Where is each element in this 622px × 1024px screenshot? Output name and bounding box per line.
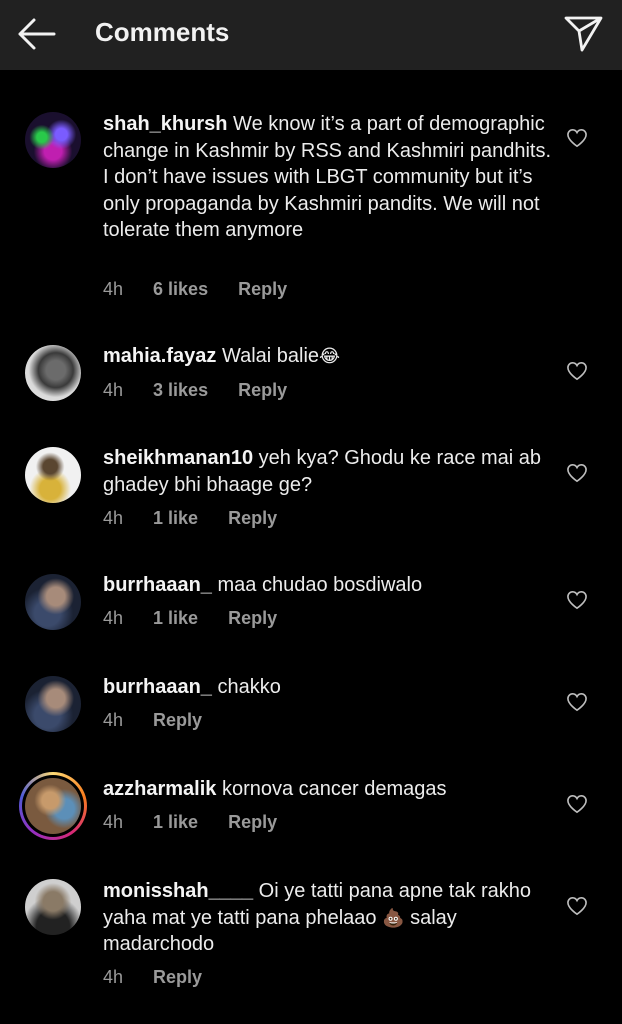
comment-time: 4h <box>103 508 124 528</box>
likes-count[interactable]: 1 like <box>153 508 198 529</box>
avatar[interactable] <box>25 676 81 732</box>
poop-emoji-icon: 💩 <box>382 907 405 928</box>
comment-time: 4h <box>103 380 124 400</box>
likes-count[interactable]: 1 like <box>153 608 198 629</box>
comment-text: sheikhmanan10 yeh kya? Ghodu ke race mai… <box>103 445 553 498</box>
reply-button[interactable]: Reply <box>153 710 202 731</box>
avatar <box>25 778 81 834</box>
comment-meta: 4h 3 likes Reply <box>103 380 287 401</box>
reply-button[interactable]: Reply <box>238 380 287 401</box>
comment-time: 4h <box>103 967 124 987</box>
comment-username[interactable]: mahia.fayaz <box>103 345 216 367</box>
heart-icon[interactable] <box>566 692 588 712</box>
likes-count[interactable]: 6 likes <box>153 279 208 300</box>
avatar-story-ring[interactable] <box>19 772 87 840</box>
comment-time: 4h <box>103 710 124 730</box>
heart-icon[interactable] <box>566 590 588 610</box>
reply-button[interactable]: Reply <box>228 508 277 529</box>
comment-username[interactable]: sheikhmanan10 <box>103 447 253 469</box>
comment-body: chakko <box>217 676 281 698</box>
reply-button[interactable]: Reply <box>228 812 277 833</box>
comment-text: monisshah____ Oi ye tatti pana apne tak … <box>103 878 553 958</box>
heart-icon[interactable] <box>566 896 588 916</box>
comment-time: 4h <box>103 279 124 299</box>
comment-meta: 4h 1 like Reply <box>103 608 277 629</box>
heart-icon[interactable] <box>566 361 588 381</box>
reply-button[interactable]: Reply <box>153 967 202 988</box>
comment-meta: 4h 1 like Reply <box>103 508 277 529</box>
comment-body: maa chudao bosdiwalo <box>217 574 423 596</box>
avatar[interactable] <box>25 345 81 401</box>
laughing-emoji-icon: 😂 <box>319 346 341 366</box>
comment-meta: 4h 6 likes Reply <box>103 279 287 300</box>
avatar[interactable] <box>25 112 81 168</box>
comment-meta: 4h Reply <box>103 710 202 731</box>
heart-icon[interactable] <box>566 794 588 814</box>
comment-text: azzharmalik kornova cancer demagas <box>103 776 553 803</box>
comment-time: 4h <box>103 812 124 832</box>
comment-text: shah_khursh We know it’s a part of demog… <box>103 111 553 244</box>
share-button[interactable] <box>560 12 606 54</box>
comment-username[interactable]: monisshah____ <box>103 880 253 902</box>
comment-username[interactable]: azzharmalik <box>103 778 216 800</box>
likes-count[interactable]: 3 likes <box>153 380 208 401</box>
comment-body: kornova cancer demagas <box>221 778 447 800</box>
comment-body: Walai balie <box>221 345 320 367</box>
comment-text: mahia.fayaz Walai balie😂 <box>103 343 553 370</box>
comment-username[interactable]: shah_khursh <box>103 113 227 135</box>
avatar[interactable] <box>25 447 81 503</box>
paper-plane-icon <box>564 16 603 52</box>
comment-meta: 4h 1 like Reply <box>103 812 277 833</box>
top-bar: Comments <box>0 0 622 70</box>
avatar[interactable] <box>25 879 81 935</box>
reply-button[interactable]: Reply <box>228 608 277 629</box>
reply-button[interactable]: Reply <box>238 279 287 300</box>
comment-text: burrhaaan_ chakko <box>103 674 553 701</box>
comment-username[interactable]: burrhaaan_ <box>103 676 212 698</box>
likes-count[interactable]: 1 like <box>153 812 198 833</box>
comment-time: 4h <box>103 608 124 628</box>
back-button[interactable] <box>14 14 60 54</box>
avatar[interactable] <box>25 574 81 630</box>
heart-icon[interactable] <box>566 128 588 148</box>
page-title: Comments <box>95 17 230 47</box>
arrow-left-icon <box>18 18 56 50</box>
comment-username[interactable]: burrhaaan_ <box>103 574 212 596</box>
comment-meta: 4h Reply <box>103 967 202 988</box>
comment-text: burrhaaan_ maa chudao bosdiwalo <box>103 572 553 599</box>
heart-icon[interactable] <box>566 463 588 483</box>
